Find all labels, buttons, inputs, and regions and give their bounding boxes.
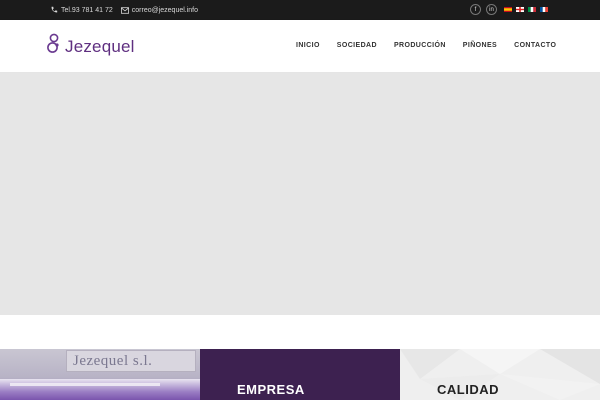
calidad-title: CALIDAD <box>437 382 499 397</box>
logo-text: Jezequel <box>65 36 135 56</box>
calidad-panel[interactable]: CALIDAD <box>400 349 600 400</box>
phone-contact[interactable]: Tel.93 781 41 72 <box>50 6 113 14</box>
company-photo: Jezequel s.l. <box>0 349 200 400</box>
facebook-icon[interactable]: f <box>470 4 481 15</box>
language-selector <box>504 7 548 12</box>
logo-icon <box>47 33 61 60</box>
email-contact[interactable]: correo@jezequel.info <box>120 6 199 14</box>
email-address: correo@jezequel.info <box>131 6 199 14</box>
phone-icon <box>50 6 58 14</box>
building-sign: Jezequel s.l. <box>66 350 196 372</box>
canopy-light <box>10 383 160 386</box>
site-logo[interactable]: Jezequel <box>47 33 135 60</box>
phone-number: Tel.93 781 41 72 <box>61 6 113 14</box>
nav-pinones[interactable]: PIÑONES <box>463 42 497 49</box>
flag-fr-icon[interactable] <box>540 7 548 12</box>
main-nav: INICIO SOCIEDAD PRODUCCIÓN PIÑONES CONTA… <box>296 42 556 49</box>
mail-icon <box>120 6 129 14</box>
flag-es-icon[interactable] <box>504 7 512 12</box>
feature-panels: Jezequel s.l. EMPRESA CALIDAD <box>0 349 600 400</box>
empresa-title: EMPRESA <box>237 382 305 397</box>
site-header: Jezequel INICIO SOCIEDAD PRODUCCIÓN PIÑO… <box>0 20 600 73</box>
flag-it-icon[interactable] <box>528 7 536 12</box>
hero-slider <box>0 73 600 315</box>
contact-info: Tel.93 781 41 72 correo@jezequel.info <box>50 0 198 20</box>
calidad-background-pattern <box>400 349 600 400</box>
top-bar: Tel.93 781 41 72 correo@jezequel.info f … <box>0 0 600 20</box>
building-sign-text: Jezequel s.l. <box>73 353 153 369</box>
nav-inicio[interactable]: INICIO <box>296 42 320 49</box>
nav-contacto[interactable]: CONTACTO <box>514 42 556 49</box>
nav-produccion[interactable]: PRODUCCIÓN <box>394 42 446 49</box>
social-links: f in <box>470 4 497 15</box>
linkedin-icon[interactable]: in <box>486 4 497 15</box>
empresa-panel[interactable]: EMPRESA <box>200 349 400 400</box>
flag-ca-icon[interactable] <box>516 7 524 12</box>
nav-sociedad[interactable]: SOCIEDAD <box>337 42 377 49</box>
